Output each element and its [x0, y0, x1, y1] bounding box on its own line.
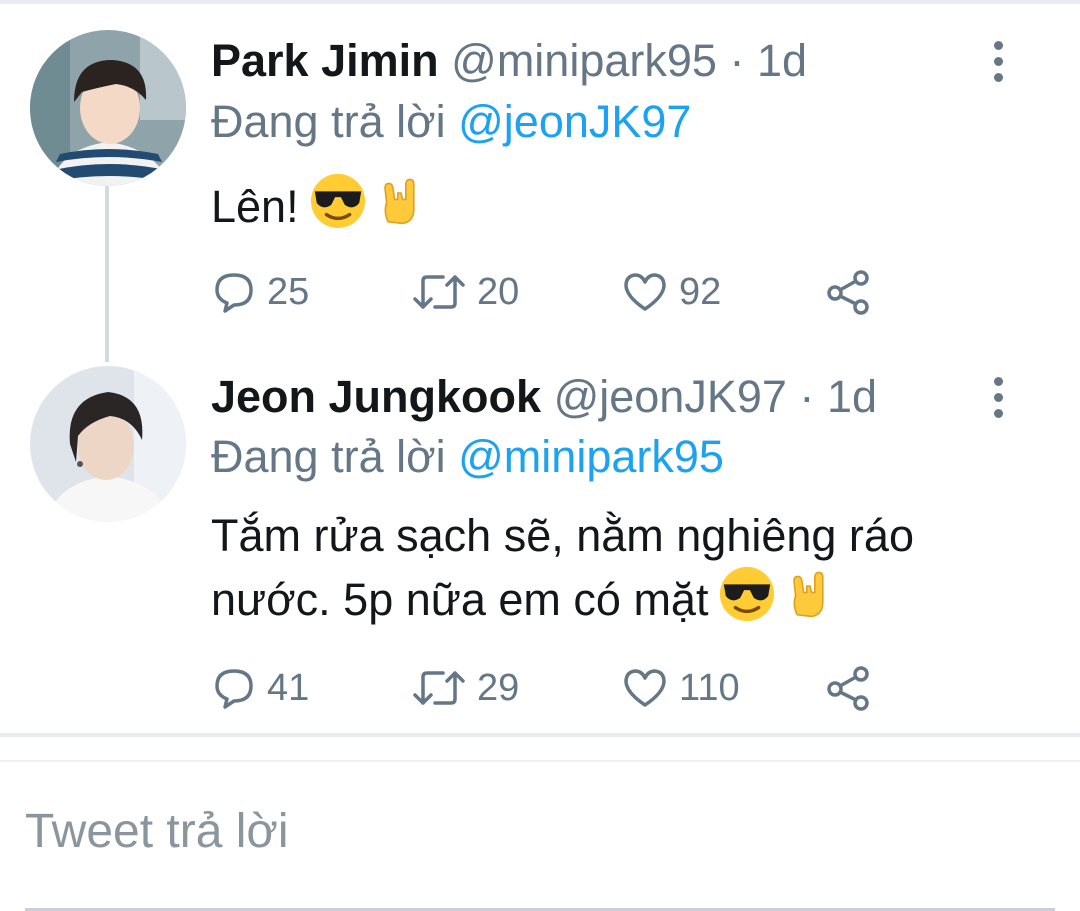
reply-count: 41 — [267, 667, 310, 709]
retweet-action[interactable]: 20 — [411, 264, 519, 320]
share-icon — [827, 666, 869, 711]
like-count: 92 — [679, 271, 722, 313]
avatar[interactable] — [30, 30, 186, 186]
like-action[interactable]: 92 — [621, 264, 721, 320]
sunglasses-emoji-icon — [308, 172, 367, 230]
avatar-image — [30, 366, 186, 522]
replying-to-link[interactable]: @minipark95 — [458, 431, 724, 482]
heart-icon — [624, 669, 666, 707]
reply-count: 25 — [267, 271, 310, 313]
sign-of-the-horns-emoji-icon — [383, 178, 415, 225]
timestamp[interactable]: 1d — [827, 371, 877, 422]
more-options-button[interactable] — [978, 31, 1018, 91]
tweet-text-content: Lên! — [211, 181, 299, 232]
more-icon-dot — [993, 408, 1003, 418]
replying-to-line: Đang trả lời @jeonJK97 — [211, 92, 691, 152]
display-name[interactable]: Park Jimin — [211, 35, 439, 86]
username-handle[interactable]: @jeonJK97 — [554, 371, 787, 422]
top-border — [0, 0, 1080, 4]
section-divider — [0, 760, 1080, 762]
more-icon-dot — [993, 392, 1003, 402]
retweet-icon — [413, 671, 465, 705]
reply-action[interactable]: 25 — [211, 264, 309, 320]
tweet-header: Park Jimin @minipark95 · 1d — [211, 31, 807, 91]
reply-action[interactable]: 41 — [211, 660, 309, 716]
more-icon-dot — [993, 72, 1003, 82]
tweet-text: Tắm rửa sạch sẽ, nằm nghiêng ráo nước. 5… — [211, 507, 1031, 629]
replying-to-label: Đang trả lời — [211, 431, 446, 482]
like-action[interactable]: 110 — [621, 660, 740, 716]
replying-to-link[interactable]: @jeonJK97 — [458, 96, 691, 147]
separator-dot: · — [799, 371, 815, 422]
tweet-text: Lên! — [211, 172, 1031, 236]
reply-icon — [215, 669, 253, 709]
tweet-text-line-with-emoji: nước. 5p nữa em có mặt — [211, 565, 1031, 629]
section-divider — [0, 733, 1080, 737]
replying-to-line: Đang trả lời @minipark95 — [211, 427, 724, 487]
sign-of-the-horns-emoji-icon — [793, 571, 825, 618]
more-icon-dot — [993, 56, 1003, 66]
share-action[interactable] — [825, 660, 873, 716]
display-name[interactable]: Jeon Jungkook — [211, 371, 541, 422]
tweet-header: Jeon Jungkook @jeonJK97 · 1d — [211, 367, 877, 427]
thread-connector-line — [105, 186, 109, 362]
retweet-count: 29 — [477, 667, 520, 709]
replying-to-label: Đang trả lời — [211, 96, 446, 147]
retweet-count: 20 — [477, 271, 520, 313]
separator-dot: · — [729, 35, 745, 86]
share-icon — [827, 270, 869, 315]
tweet-text-line: nước. 5p nữa em có mặt — [211, 574, 709, 625]
avatar-image — [30, 30, 186, 186]
like-count: 110 — [679, 667, 740, 709]
more-icon-dot — [993, 376, 1003, 386]
tweet-actions: 25 20 92 — [211, 264, 911, 320]
more-icon-dot — [993, 40, 1003, 50]
reply-input[interactable] — [25, 800, 1025, 864]
tweet-actions: 41 29 110 — [211, 660, 911, 716]
reply-icon — [215, 273, 253, 313]
retweet-action[interactable]: 29 — [411, 660, 519, 716]
username-handle[interactable]: @minipark95 — [451, 35, 717, 86]
sunglasses-emoji-icon — [718, 565, 777, 623]
tweet-text-line: Tắm rửa sạch sẽ, nằm nghiêng ráo — [211, 510, 914, 561]
retweet-icon — [413, 275, 465, 309]
timestamp[interactable]: 1d — [757, 35, 807, 86]
avatar[interactable] — [30, 366, 186, 522]
heart-icon — [624, 273, 666, 311]
more-options-button[interactable] — [978, 367, 1018, 427]
share-action[interactable] — [825, 264, 873, 320]
reply-compose-box[interactable] — [25, 800, 1055, 911]
